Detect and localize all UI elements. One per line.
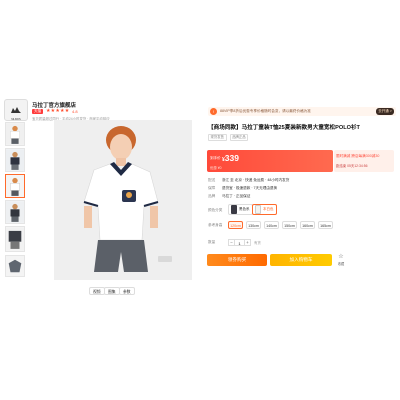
thumbnail-3[interactable] — [5, 174, 25, 198]
thumbnail-5[interactable] — [5, 226, 25, 252]
thumbnail-image — [6, 227, 24, 251]
price-amount: 339 — [224, 153, 239, 163]
price-value: ¥339 — [222, 153, 239, 163]
size-option[interactable]: 165cm — [318, 221, 333, 229]
quantity-decrease-button[interactable]: − — [228, 239, 235, 246]
thumbnail-1[interactable] — [5, 122, 25, 146]
shipping-value[interactable]: 浙江 至 北京 · 快递 免运费 · 48小时内发货 — [222, 178, 289, 183]
giraffe-logo-icon — [11, 107, 21, 113]
buy-now-button[interactable]: 领券购买 — [207, 254, 267, 266]
star-icon: ☆ — [338, 254, 344, 260]
guarantee-value[interactable]: 退货宝 · 极速退款 · 7天无理由退换 — [222, 186, 277, 191]
thumbnail-image — [6, 123, 24, 145]
color-option-label: 本白色 — [263, 207, 274, 211]
shop-logo-text: MLKIDS — [11, 118, 21, 121]
favorite-label: 收藏 — [337, 262, 345, 266]
product-tag: 品牌正品 — [229, 134, 249, 141]
size-option[interactable]: 160cm — [300, 221, 315, 229]
price-label: 到手价 — [210, 156, 221, 160]
quantity-increase-button[interactable]: + — [244, 239, 251, 246]
brand-value: 马拉丁 · 正品保证 — [222, 194, 251, 198]
tab-video[interactable]: 视频 — [89, 287, 105, 295]
coupon-title: 限时满减 跨店每满300减30 — [336, 154, 380, 158]
size-option[interactable]: 150cm — [282, 221, 297, 229]
thumbnail-image — [6, 149, 24, 171]
main-product-image[interactable] — [54, 120, 192, 280]
notice-icon: ! — [210, 108, 217, 115]
product-tag: 现货发售 — [208, 134, 227, 141]
color-option-white[interactable]: 本白色 — [252, 204, 277, 215]
stock-status: 有货 — [254, 241, 261, 245]
thumbnail-2[interactable] — [5, 148, 25, 172]
quantity-input[interactable]: 1 — [235, 239, 244, 246]
shop-rating-score: 4.8 — [72, 109, 78, 114]
product-tags: 现货发售 品牌正品 — [208, 134, 249, 141]
size-label: 参考身高 — [208, 223, 223, 227]
price-discount: 优惠 ¥0 — [210, 166, 222, 170]
tab-gallery[interactable]: 图集 — [104, 287, 120, 295]
add-to-cart-button[interactable]: 加入购物车 — [270, 254, 332, 266]
color-option-black[interactable]: 黑色系 — [228, 204, 253, 215]
tab-params[interactable]: 参数 — [119, 287, 135, 295]
thumbnail-6[interactable] — [5, 255, 25, 277]
color-swatch — [231, 205, 237, 214]
color-option-label: 黑色系 — [239, 207, 250, 211]
brand-label: 品牌 — [208, 194, 216, 198]
color-label: 颜色分类 — [208, 208, 223, 212]
quantity-label: 数量 — [208, 240, 216, 244]
thumbnail-image — [6, 201, 24, 223]
color-swatch — [255, 205, 261, 214]
coupon-countdown: 距结束 05天12:34:56 — [336, 164, 368, 168]
shop-logo[interactable]: MLKIDS — [4, 99, 28, 121]
size-option[interactable]: 120cm — [228, 221, 243, 229]
boy-in-polo-image — [54, 120, 192, 280]
shipping-label: 配送 — [208, 178, 216, 182]
notice-text: 88VIP享8折后优惠专享价格随时会变，请以最终价格为准 — [220, 109, 311, 113]
thumbnail-image — [6, 256, 24, 276]
shop-rating-stars: ★★★★★ — [46, 108, 70, 114]
favorite-button[interactable]: ☆ 收藏 — [336, 254, 346, 266]
vip-open-button[interactable]: 去开通 > — [376, 108, 394, 115]
thumbnail-image — [6, 175, 24, 197]
size-option[interactable]: 140cm — [264, 221, 279, 229]
product-title: 【商场同款】马拉丁童装T恤25夏装新款男大童宽松POLO衫T — [208, 125, 360, 131]
tmall-badge: 天猫 — [32, 109, 44, 114]
thumbnail-4[interactable] — [5, 200, 25, 224]
guarantee-label: 保障 — [208, 186, 216, 190]
size-option[interactable]: 130cm — [246, 221, 261, 229]
